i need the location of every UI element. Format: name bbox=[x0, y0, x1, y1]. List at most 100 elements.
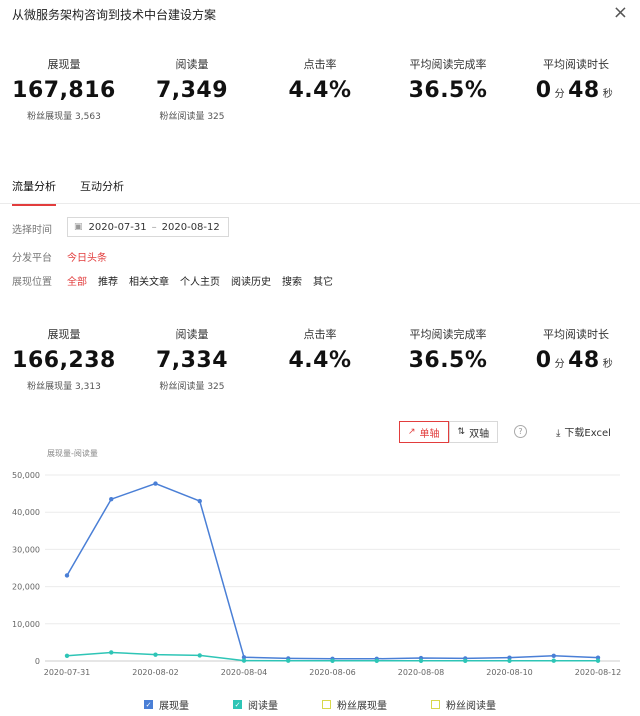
legend-checkbox[interactable] bbox=[322, 700, 331, 709]
close-icon[interactable]: × bbox=[613, 2, 628, 23]
series-line bbox=[66, 482, 599, 660]
stat-label: 点击率 bbox=[303, 328, 337, 341]
data-point bbox=[109, 496, 114, 502]
x-tick-label: 2020-08-10 bbox=[486, 668, 533, 677]
position-option-homepage[interactable]: 个人主页 bbox=[180, 273, 220, 288]
legend-item[interactable]: 粉丝阅读量 bbox=[431, 697, 496, 712]
summary-stats-filtered: 展现量 166,238 粉丝展现量 3,313 阅读量 7,334 粉丝阅读量 … bbox=[0, 326, 640, 392]
stat-value: 0 分 48 秒 bbox=[512, 348, 640, 373]
legend-label: 阅读量 bbox=[248, 701, 278, 712]
minutes-value: 0 bbox=[535, 348, 552, 373]
data-point bbox=[374, 658, 379, 663]
position-option-search[interactable]: 搜索 bbox=[282, 273, 302, 288]
legend-label: 粉丝阅读量 bbox=[446, 701, 496, 712]
stat-value: 0 分 48 秒 bbox=[512, 78, 640, 103]
data-point bbox=[286, 658, 291, 663]
position-filter-label: 展现位置 bbox=[12, 277, 52, 288]
summary-stats-top: 展现量 167,816 粉丝展现量 3,563 阅读量 7,349 粉丝阅读量 … bbox=[0, 56, 640, 122]
data-point bbox=[153, 652, 158, 657]
stat-value: 167,816 bbox=[12, 78, 116, 103]
stat-label: 平均阅读完成率 bbox=[409, 328, 487, 341]
stat-value: 36.5% bbox=[408, 78, 488, 103]
y-tick-label: 50,000 bbox=[12, 471, 40, 480]
position-option-history[interactable]: 阅读历史 bbox=[231, 273, 271, 288]
minutes-unit: 分 bbox=[554, 359, 566, 370]
download-icon: ⤓ bbox=[556, 428, 561, 439]
date-range-picker[interactable]: ▣ 2020-07-31 – 2020-08-12 bbox=[67, 217, 229, 237]
legend-label: 展现量 bbox=[159, 701, 189, 712]
analysis-tabs: 流量分析 互动分析 bbox=[12, 178, 148, 206]
tab-divider bbox=[0, 203, 640, 204]
position-options: 全部 推荐 相关文章 个人主页 阅读历史 搜索 其它 bbox=[67, 273, 344, 288]
x-tick-label: 2020-07-31 bbox=[44, 668, 91, 677]
legend-checkbox[interactable]: ✓ bbox=[233, 700, 242, 709]
stat-ctr: 点击率 4.4% bbox=[256, 56, 384, 122]
legend-item[interactable]: ✓ 展现量 bbox=[144, 697, 189, 712]
legend-checkbox[interactable] bbox=[431, 700, 440, 709]
data-point bbox=[463, 658, 468, 663]
data-point bbox=[64, 573, 70, 578]
y-tick-label: 30,000 bbox=[12, 545, 40, 554]
data-point bbox=[241, 658, 247, 663]
minutes-unit: 分 bbox=[554, 89, 566, 100]
stat-label: 展现量 bbox=[47, 328, 81, 341]
legend-checkbox[interactable]: ✓ bbox=[144, 700, 153, 709]
time-filter-label: 选择时间 bbox=[12, 225, 52, 236]
download-label: 下载Excel bbox=[564, 428, 611, 439]
y-tick-label: 20,000 bbox=[12, 583, 40, 592]
single-axis-label: 单轴 bbox=[419, 428, 440, 440]
stat-ctr: 点击率 4.4% bbox=[256, 326, 384, 392]
stat-sub: 粉丝展现量 3,563 bbox=[27, 112, 101, 122]
data-point bbox=[507, 658, 512, 663]
data-point bbox=[595, 658, 601, 663]
stat-completion-rate: 平均阅读完成率 36.5% bbox=[384, 56, 512, 122]
data-point bbox=[551, 653, 556, 658]
stat-impressions: 展现量 166,238 粉丝展现量 3,313 bbox=[0, 326, 128, 392]
data-point bbox=[109, 650, 114, 655]
tab-traffic-analysis[interactable]: 流量分析 bbox=[12, 178, 56, 206]
y-tick-label: 40,000 bbox=[12, 508, 40, 517]
x-tick-label: 2020-08-04 bbox=[221, 668, 268, 677]
date-start: 2020-07-31 bbox=[88, 221, 147, 233]
x-tick-label: 2020-08-12 bbox=[575, 668, 622, 677]
legend-item[interactable]: ✓ 阅读量 bbox=[233, 697, 278, 712]
stat-label: 平均阅读完成率 bbox=[409, 58, 487, 71]
position-option-recommend[interactable]: 推荐 bbox=[98, 273, 118, 288]
chart-title: 展现量-阅读量 bbox=[47, 448, 98, 458]
seconds-unit: 秒 bbox=[602, 89, 614, 100]
x-tick-label: 2020-08-06 bbox=[309, 668, 356, 677]
trend-chart: 展现量-阅读量 0 10,000 20,000 30,000 40,000 50,000 20… bbox=[12, 448, 622, 677]
stat-avg-read-time: 平均阅读时长 0 分 48 秒 bbox=[512, 326, 640, 392]
stat-label: 阅读量 bbox=[175, 58, 209, 71]
stat-reads: 阅读量 7,334 粉丝阅读量 325 bbox=[128, 326, 256, 392]
stat-label: 阅读量 bbox=[175, 328, 209, 341]
stat-sub: 粉丝阅读量 325 bbox=[159, 382, 225, 392]
stat-label: 平均阅读时长 bbox=[543, 58, 609, 71]
stat-value: 7,334 bbox=[155, 348, 229, 373]
stat-value: 4.4% bbox=[288, 78, 352, 103]
data-point bbox=[330, 658, 335, 663]
minutes-value: 0 bbox=[535, 78, 552, 103]
stat-avg-read-time: 平均阅读时长 0 分 48 秒 bbox=[512, 56, 640, 122]
stat-label: 平均阅读时长 bbox=[543, 328, 609, 341]
y-tick-label: 0 bbox=[35, 657, 40, 666]
legend-label: 粉丝展现量 bbox=[337, 701, 387, 712]
position-option-related[interactable]: 相关文章 bbox=[129, 273, 169, 288]
line-chart-icon: ↗ bbox=[408, 427, 416, 437]
platform-option-toutiao[interactable]: 今日头条 bbox=[67, 249, 107, 264]
data-point bbox=[197, 498, 202, 504]
seconds-unit: 秒 bbox=[602, 359, 614, 370]
tab-interaction-analysis[interactable]: 互动分析 bbox=[80, 178, 124, 206]
seconds-value: 48 bbox=[568, 78, 600, 103]
data-point bbox=[197, 653, 202, 658]
dual-axis-label: 双轴 bbox=[469, 428, 490, 440]
position-option-all[interactable]: 全部 bbox=[67, 273, 87, 288]
help-icon[interactable]: ? bbox=[514, 425, 527, 438]
legend-item[interactable]: 粉丝展现量 bbox=[322, 697, 387, 712]
stat-label: 点击率 bbox=[303, 58, 337, 71]
chart-legend: ✓ 展现量 ✓ 阅读量 粉丝展现量 粉丝阅读量 bbox=[0, 697, 640, 712]
stat-sub: 粉丝阅读量 325 bbox=[159, 112, 225, 122]
position-option-other[interactable]: 其它 bbox=[313, 273, 333, 288]
download-excel-button[interactable]: ⤓ 下载Excel bbox=[556, 424, 611, 439]
stat-value: 166,238 bbox=[12, 348, 116, 373]
